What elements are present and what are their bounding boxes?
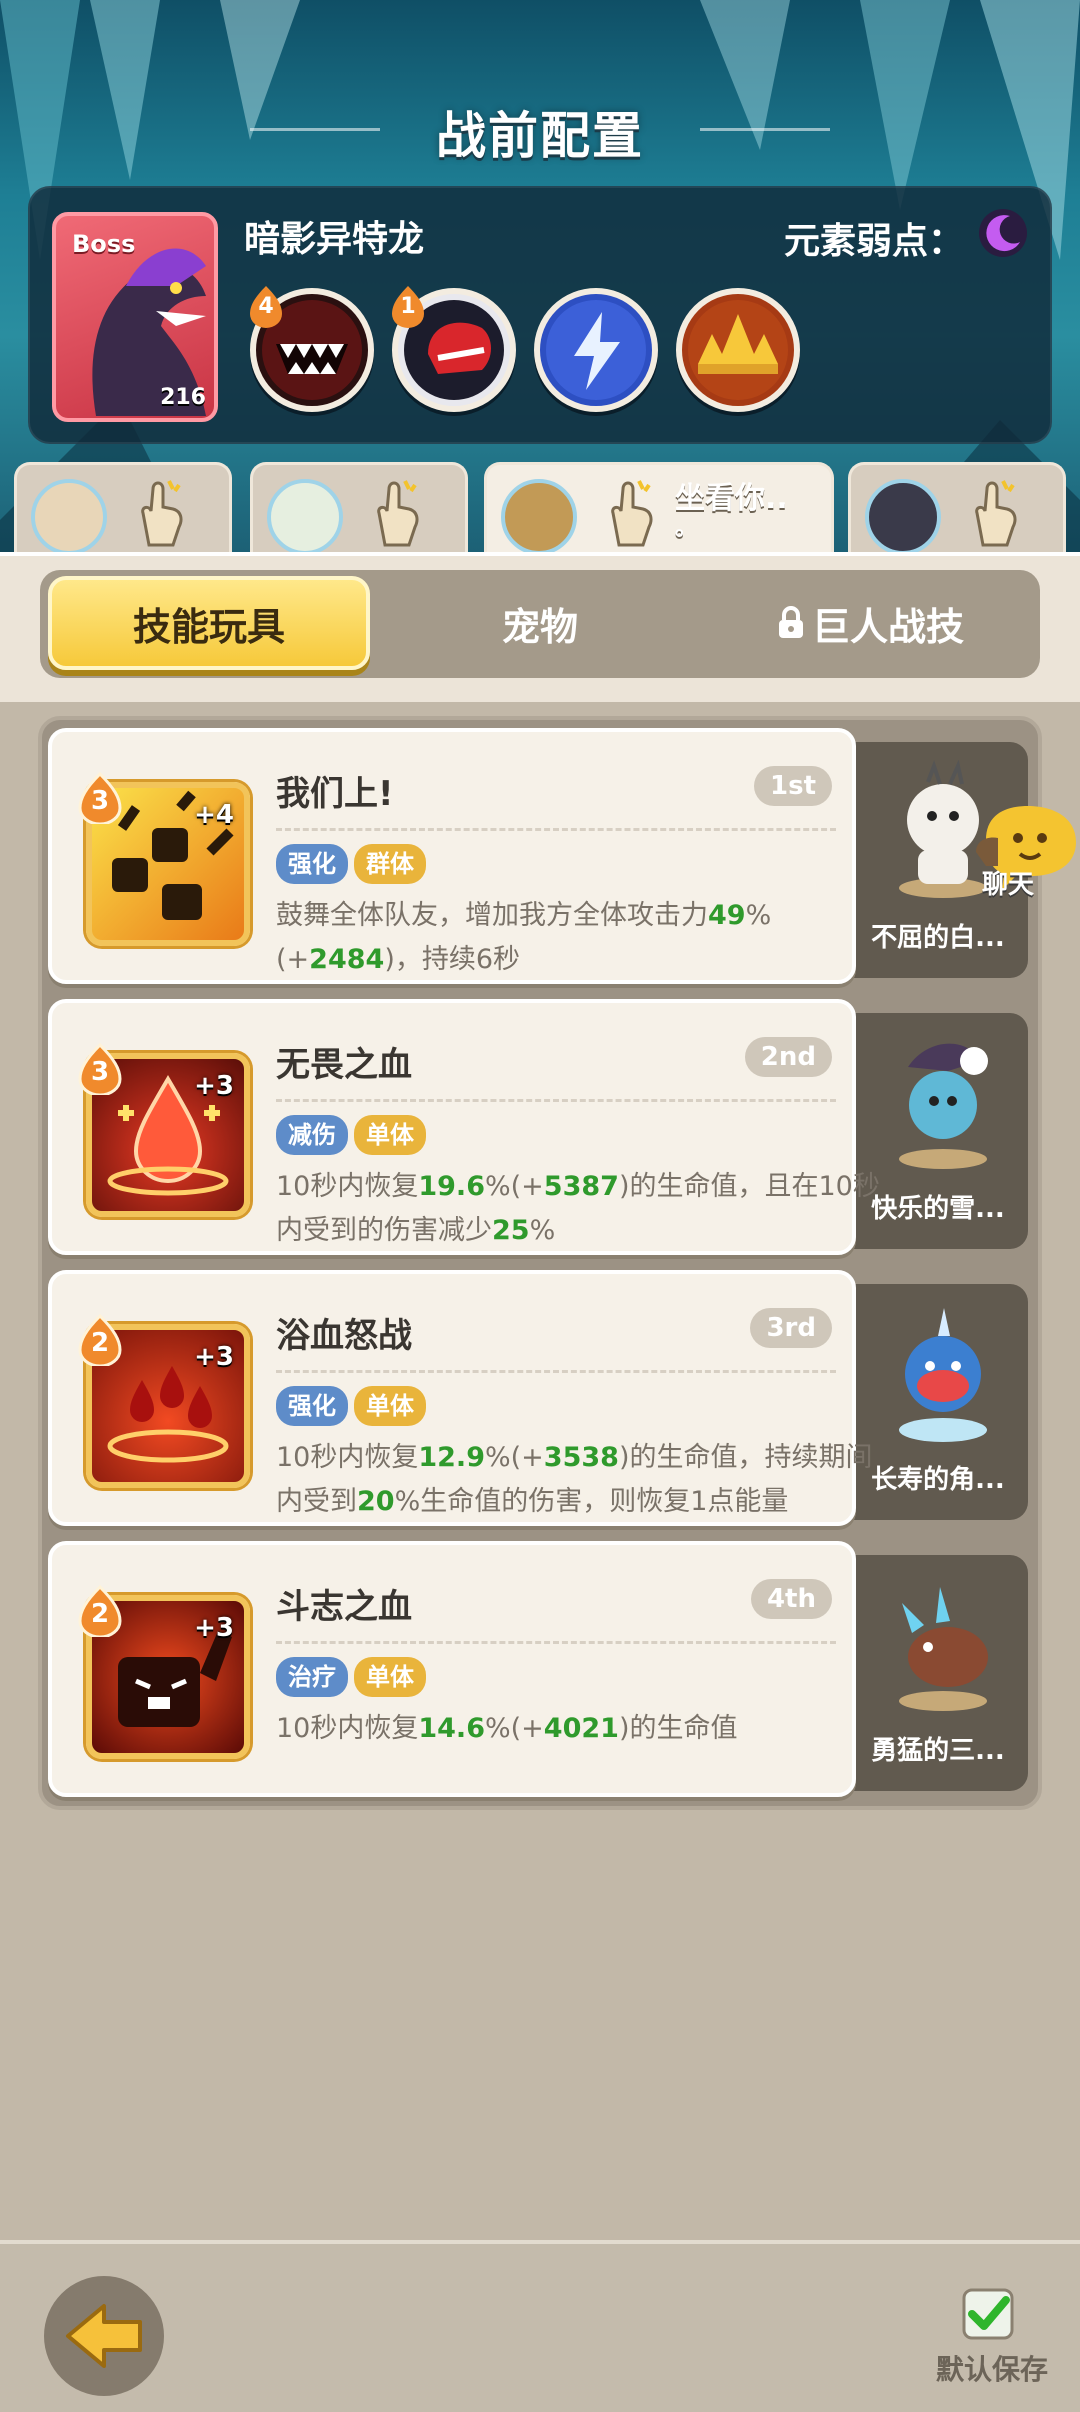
divider xyxy=(276,1370,836,1373)
skill-title: 斗志之血 xyxy=(276,1587,412,1627)
skill-rank: 2nd xyxy=(744,1037,832,1077)
tap-hand-icon xyxy=(141,480,183,547)
boss-portrait[interactable]: Boss 216 xyxy=(52,212,218,422)
tap-hand-icon xyxy=(611,480,653,547)
assigned-pet-4[interactable]: 勇猛的三... xyxy=(848,1555,1028,1791)
skill-level-badge: 3 xyxy=(76,1042,124,1097)
divider xyxy=(276,1641,836,1644)
boss-level: 216 xyxy=(160,385,206,410)
lock-icon xyxy=(778,606,803,638)
skill-card[interactable]: +4 3 我们上! 1st 强化 群体 鼓舞全体队友，增加我方全体攻击力49%(… xyxy=(48,728,856,984)
tab-pets[interactable]: 宠物 xyxy=(400,576,680,670)
skill-row-3[interactable]: 长寿的角... +3 2 浴血怒战 3rd 强化 单体 10秒内恢复12.9%(… xyxy=(48,1270,1028,1526)
skill-card[interactable]: +3 2 斗志之血 4th 治疗 单体 10秒内恢复14.6%(+4021)的生… xyxy=(48,1541,856,1797)
skill-description: 10秒内恢复12.9%(+3538)的生命值，持续期间内受到20%生命值的伤害，… xyxy=(276,1442,873,1517)
skill-tag: 强化 xyxy=(276,1386,348,1426)
team-tab-4[interactable] xyxy=(848,462,1066,562)
pet-avatar-2 xyxy=(267,479,343,555)
page-title: 战前配置 xyxy=(436,107,644,165)
skill-description: 10秒内恢复14.6%(+4021)的生命值 xyxy=(276,1713,738,1744)
skill-description: 10秒内恢复19.6%(+5387)的生命值，且在10秒内受到的伤害减少25% xyxy=(276,1171,880,1246)
moon-icon xyxy=(979,209,1027,257)
skill-tag: 单体 xyxy=(354,1386,426,1426)
skill-tag: 单体 xyxy=(354,1657,426,1697)
golden-crown-spikes-icon xyxy=(688,300,788,400)
divider xyxy=(276,1099,836,1102)
team-tab-2[interactable] xyxy=(250,462,468,562)
skill-rank: 1st xyxy=(754,766,832,806)
skill-title: 我们上! xyxy=(276,774,394,814)
skill-row-1[interactable]: 不屈的白... +4 3 我们上! 1st 强化 群体 鼓舞全体队友，增加我方全… xyxy=(48,728,1028,984)
divider xyxy=(276,828,836,831)
skill-rank: 3rd xyxy=(750,1308,832,1348)
skill-level-badge: 3 xyxy=(76,771,124,826)
snow-creature-figure-icon xyxy=(899,1043,988,1169)
skill-description: 鼓舞全体队友，增加我方全体攻击力49%(+2484)，持续6秒 xyxy=(276,900,772,975)
boss-panel: Boss 216 暗影异特龙 元素弱点： 4 1 xyxy=(28,186,1052,444)
skill-card[interactable]: +3 2 浴血怒战 3rd 强化 单体 10秒内恢复12.9%(+3538)的生… xyxy=(48,1270,873,1526)
tab-giant-skills-label: 巨人战技 xyxy=(811,604,964,649)
tab-giant-skills[interactable]: 巨人战技 xyxy=(720,576,1020,670)
tab-skill-toys[interactable]: 技能玩具 xyxy=(48,576,370,670)
skill-tag: 强化 xyxy=(276,844,348,884)
back-arrow-icon xyxy=(66,2304,142,2368)
team-tab-3[interactable]: 坐看你.. 。 xyxy=(484,462,834,564)
checkbox-checked-icon[interactable] xyxy=(960,2286,1016,2342)
skill-tag: 治疗 xyxy=(276,1657,348,1697)
triceratops-figure-icon xyxy=(899,1587,988,1711)
skill-level-badge: 2 xyxy=(76,1584,124,1639)
back-button[interactable] xyxy=(44,2276,164,2396)
tap-hand-icon xyxy=(377,480,419,547)
skill-tag: 群体 xyxy=(354,844,426,884)
chat-label[interactable]: 聊天 xyxy=(982,864,1034,901)
skill-rank: 4th xyxy=(750,1579,832,1619)
team-tab-1[interactable] xyxy=(14,462,232,562)
skill-card[interactable]: +3 3 无畏之血 2nd 减伤 单体 10秒内恢复19.6%(+5387)的生… xyxy=(48,999,880,1255)
boss-tag: Boss xyxy=(72,230,136,258)
pet-avatar-1 xyxy=(31,479,107,555)
boss-name: 暗影异特龙 xyxy=(244,219,425,260)
lightning-icon xyxy=(546,300,646,400)
default-save-label[interactable]: 默认保存 xyxy=(936,2348,1048,2388)
boss-skill-3[interactable] xyxy=(534,288,658,412)
boss-skill-1-badge: 4 xyxy=(246,284,286,328)
skill-title: 浴血怒战 xyxy=(276,1316,412,1356)
skill-tag: 减伤 xyxy=(276,1115,348,1155)
skill-tag: 单体 xyxy=(354,1115,426,1155)
skill-title: 无畏之血 xyxy=(276,1045,412,1085)
skill-level-badge: 2 xyxy=(76,1313,124,1368)
element-weakness-label: 元素弱点： xyxy=(783,221,964,262)
tap-hand-icon xyxy=(975,480,1017,547)
horned-whale-figure-icon xyxy=(899,1308,987,1442)
skill-row-2[interactable]: 快乐的雪... +3 3 无畏之血 2nd 减伤 单体 10秒内恢复19.6%(… xyxy=(48,999,1028,1255)
boss-skill-4[interactable] xyxy=(676,288,800,412)
pet-avatar-3 xyxy=(501,479,577,555)
team-tab-3-label: 坐看你.. 。 xyxy=(675,481,788,541)
boss-skill-2-badge: 1 xyxy=(388,284,428,328)
skill-row-4[interactable]: 勇猛的三... +3 2 斗志之血 4th 治疗 单体 10秒内恢复14.6%(… xyxy=(48,1541,1028,1797)
pet-avatar-4 xyxy=(865,479,941,555)
